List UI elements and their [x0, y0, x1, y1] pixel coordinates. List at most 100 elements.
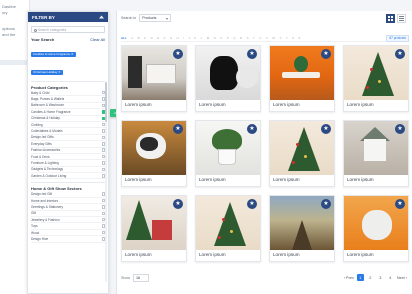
prev-page-link[interactable]: ‹ Prev — [344, 276, 354, 280]
grid-view-button[interactable] — [386, 14, 395, 23]
star-icon[interactable]: ★ — [247, 199, 257, 209]
alphabet-letter[interactable]: U — [259, 36, 261, 40]
category-label: Garden & Outdoor Living — [31, 173, 67, 178]
alphabet-letter[interactable]: A — [131, 36, 133, 40]
alphabet-letter[interactable]: T — [253, 36, 255, 40]
star-icon[interactable]: ★ — [395, 199, 405, 209]
category-search-placeholder: Search categories — [38, 27, 67, 32]
alphabet-letter[interactable]: I — [183, 36, 184, 40]
alphabet-letter[interactable]: Z — [292, 36, 294, 40]
product-caption[interactable]: Lorem ipsum — [273, 177, 300, 182]
product-caption[interactable]: Lorem ipsum — [125, 102, 152, 107]
product-caption[interactable]: Lorem ipsum — [347, 177, 374, 182]
product-caption[interactable]: Lorem ipsum — [347, 252, 374, 257]
product-caption[interactable]: Lorem ipsum — [125, 252, 152, 257]
star-icon[interactable]: ★ — [173, 199, 183, 209]
product-card[interactable]: ★ Lorem ipsum — [195, 195, 261, 262]
product-caption[interactable]: Lorem ipsum — [125, 177, 152, 182]
category-label: Everyday Gifts — [31, 141, 52, 146]
scrollbar-thumb[interactable] — [105, 82, 107, 122]
alphabet-letter[interactable]: C — [144, 36, 146, 40]
star-icon[interactable]: ★ — [395, 124, 405, 134]
background-text: and the — [2, 32, 16, 37]
product-card[interactable]: ★ Lorem ipsum — [121, 195, 187, 262]
alphabet-letter[interactable]: E — [157, 36, 159, 40]
product-card[interactable]: ★ Lorem ipsum — [195, 120, 261, 187]
star-icon[interactable]: ★ — [321, 49, 331, 59]
product-card[interactable]: ★ Lorem ipsum — [121, 45, 187, 112]
page-number[interactable]: 4 — [387, 274, 394, 281]
star-icon[interactable]: ★ — [247, 49, 257, 59]
alphabet-letter[interactable]: M — [207, 36, 210, 40]
product-card[interactable]: ★ Lorem ipsum — [343, 120, 409, 187]
clear-all-link[interactable]: Clear All — [90, 37, 105, 42]
alphabet-letter[interactable]: R — [240, 36, 242, 40]
page-number[interactable]: 3 — [377, 274, 384, 281]
active-filter-chip[interactable]: Christmas Holiday ✕ — [31, 69, 63, 75]
list-view-button[interactable] — [397, 14, 406, 23]
product-card[interactable]: ★ Lorem ipsum — [269, 45, 335, 112]
divider — [31, 182, 105, 184]
category-label: Baby & Child — [31, 90, 50, 95]
search-in-value: Products — [142, 16, 157, 20]
alphabet-letter[interactable]: F — [164, 36, 166, 40]
alphabet-letter[interactable]: V — [266, 36, 268, 40]
alphabet-letter[interactable]: B — [138, 36, 140, 40]
pagination-bar: Show 16 ‹ Prev 1 2 3 4 Next › — [121, 273, 409, 285]
filter-scrollbar[interactable] — [105, 82, 107, 282]
product-card[interactable]: ★ Lorem ipsum — [343, 45, 409, 112]
product-card[interactable]: ★ Lorem ipsum — [195, 45, 261, 112]
star-icon[interactable]: ★ — [321, 199, 331, 209]
alphabet-letter[interactable]: X — [279, 36, 281, 40]
category-label: Furniture & Lighting — [31, 160, 59, 165]
product-caption[interactable]: Lorem ipsum — [199, 177, 226, 182]
alphabet-letter[interactable]: O — [220, 36, 222, 40]
product-caption[interactable]: Lorem ipsum — [199, 102, 226, 107]
page-number[interactable]: 1 — [356, 274, 364, 281]
page-number[interactable]: 2 — [367, 274, 374, 281]
category-label: Bags, Purses & Wallets — [31, 97, 65, 102]
star-icon[interactable]: ★ — [247, 124, 257, 134]
collapse-icon[interactable] — [99, 15, 104, 19]
alphabet-letter[interactable]: G — [170, 36, 172, 40]
background-app-panel: Dashbe ory options and the — [0, 0, 30, 294]
product-card[interactable]: ★ Lorem ipsum — [121, 120, 187, 187]
alphabet-letter[interactable]: P — [227, 36, 229, 40]
search-in-select[interactable]: Products — [139, 14, 172, 22]
filter-panel: FILTER BY Search categories Your Search … — [27, 11, 109, 294]
star-icon[interactable]: ★ — [321, 124, 331, 134]
category-item[interactable]: Design Hive — [31, 236, 105, 243]
category-item[interactable]: Garden & Outdoor Living — [31, 173, 105, 180]
alphabet-letter[interactable]: Q — [233, 36, 235, 40]
alphabet-letter[interactable]: # — [298, 36, 300, 40]
alphabet-letter[interactable]: L — [201, 36, 203, 40]
alphabet-letter[interactable]: ALL — [121, 36, 127, 40]
alphabet-letter[interactable]: Y — [286, 36, 288, 40]
active-filter-chip[interactable]: Candles & Home Fragrance ✕ — [31, 51, 76, 57]
alphabet-letter[interactable]: J — [188, 36, 190, 40]
filter-header[interactable]: FILTER BY — [28, 12, 108, 22]
product-caption[interactable]: Lorem ipsum — [273, 102, 300, 107]
product-card[interactable]: ★ Lorem ipsum — [343, 195, 409, 262]
star-icon[interactable]: ★ — [395, 49, 405, 59]
list-icon — [399, 16, 404, 21]
category-label: Food & Drink — [31, 154, 50, 159]
alphabet-letter[interactable]: D — [151, 36, 153, 40]
star-icon[interactable]: ★ — [173, 49, 183, 59]
alphabet-letter[interactable]: H — [177, 36, 179, 40]
next-page-link[interactable]: Next › — [397, 276, 407, 280]
alphabet-letter[interactable]: N — [214, 36, 216, 40]
star-icon[interactable]: ★ — [173, 124, 183, 134]
category-label: Gadgets & Technology — [31, 167, 64, 172]
alphabet-letter[interactable]: K — [194, 36, 196, 40]
per-page-select[interactable]: 16 — [133, 274, 149, 282]
alphabet-letter[interactable]: W — [272, 36, 275, 40]
category-list: Baby & Child Bags, Purses & Wallets Bathro… — [28, 90, 108, 180]
product-caption[interactable]: Lorem ipsum — [199, 252, 226, 257]
product-caption[interactable]: Lorem ipsum — [347, 102, 374, 107]
product-card[interactable]: ★ Lorem ipsum — [269, 120, 335, 187]
alphabet-letter[interactable]: S — [247, 36, 249, 40]
product-card[interactable]: ★ Lorem ipsum — [269, 195, 335, 262]
product-caption[interactable]: Lorem ipsum — [273, 252, 300, 257]
category-search-input[interactable]: Search categories — [31, 26, 105, 33]
